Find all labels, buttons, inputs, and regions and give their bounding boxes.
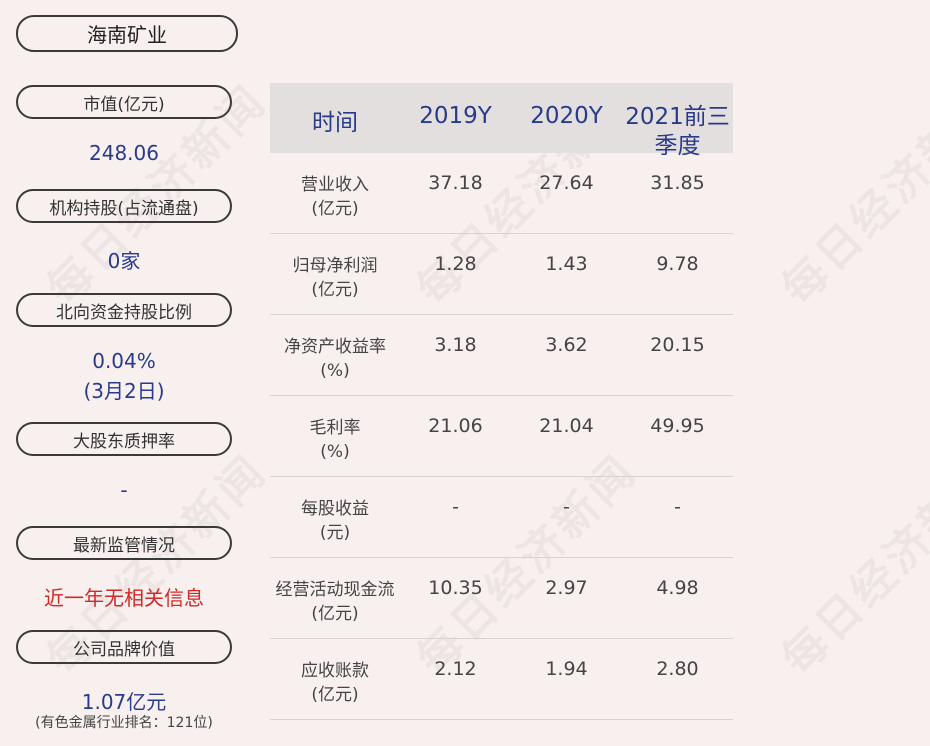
cell-value: 1.43 xyxy=(545,253,588,275)
supervision-value: 近一年无相关信息 xyxy=(44,586,204,610)
cell-value: 37.18 xyxy=(428,172,483,194)
market-cap-label: 市值(亿元) xyxy=(16,85,232,119)
row-label: 经营活动现金流 (亿元) xyxy=(275,580,395,624)
cell-value: 3.62 xyxy=(545,334,588,356)
cell-value: 3.18 xyxy=(434,334,477,356)
watermark-text: 每日经济新闻 xyxy=(765,68,930,317)
cell-value: 1.94 xyxy=(545,658,588,680)
cell-value: 49.95 xyxy=(650,415,705,437)
pledge-ratio-value: - xyxy=(120,478,128,502)
northbound-label: 北向资金持股比例 xyxy=(16,293,232,327)
header-2021-q3: 2021前三季度 xyxy=(625,104,730,159)
northbound-date: (3月2日) xyxy=(83,379,165,403)
company-name-pill: 海南矿业 xyxy=(16,15,238,52)
table-row: 营业收入 (亿元) 37.18 27.64 31.85 xyxy=(270,153,733,234)
row-label: 净资产收益率 (%) xyxy=(284,337,386,381)
northbound-value: 0.04% xyxy=(92,349,156,373)
brand-value-label: 公司品牌价值 xyxy=(16,630,232,664)
table-row: 经营活动现金流 (亿元) 10.35 2.97 4.98 xyxy=(270,558,733,639)
financial-table: 时间 2019Y 2020Y 2021前三季度 营业收入 (亿元) 37.18 2… xyxy=(270,83,733,720)
supervision-label: 最新监管情况 xyxy=(16,526,232,560)
cell-value: 21.06 xyxy=(428,415,483,437)
brand-rank-note: (有色金属行业排名：121位) xyxy=(35,715,213,731)
table-row: 毛利率 (%) 21.06 21.04 49.95 xyxy=(270,396,733,477)
row-label: 毛利率 (%) xyxy=(309,418,361,462)
institution-holding-value: 0家 xyxy=(107,249,141,273)
cell-value: 20.15 xyxy=(650,334,705,356)
header-2020: 2020Y xyxy=(530,103,603,129)
table-header: 时间 2019Y 2020Y 2021前三季度 xyxy=(270,83,733,159)
cell-value: 9.78 xyxy=(656,253,699,275)
header-2019: 2019Y xyxy=(419,103,492,129)
cell-value: 2.80 xyxy=(656,658,699,680)
pledge-ratio-label: 大股东质押率 xyxy=(16,422,232,456)
watermark-text: 每日经济新闻 xyxy=(765,438,930,687)
header-time: 时间 xyxy=(312,110,358,136)
cell-value: 27.64 xyxy=(539,172,594,194)
cell-value: 2.12 xyxy=(434,658,477,680)
table-row: 每股收益 (元) - - - xyxy=(270,477,733,558)
table-row: 净资产收益率 (%) 3.18 3.62 20.15 xyxy=(270,315,733,396)
row-label: 每股收益 (元) xyxy=(301,499,369,543)
table-row: 归母净利润 (亿元) 1.28 1.43 9.78 xyxy=(270,234,733,315)
cell-value: 2.97 xyxy=(545,577,588,599)
cell-value: 10.35 xyxy=(428,577,483,599)
cell-value: - xyxy=(674,496,681,518)
cell-value: - xyxy=(563,496,570,518)
market-cap-value: 248.06 xyxy=(89,141,159,165)
cell-value: 31.85 xyxy=(650,172,705,194)
cell-value: - xyxy=(452,496,459,518)
cell-value: 1.28 xyxy=(434,253,477,275)
cell-value: 21.04 xyxy=(539,415,594,437)
table-row: 应收账款 (亿元) 2.12 1.94 2.80 xyxy=(270,639,733,720)
row-label: 应收账款 (亿元) xyxy=(301,661,369,705)
row-label: 归母净利润 (亿元) xyxy=(292,256,378,300)
row-label: 营业收入 (亿元) xyxy=(301,175,369,219)
brand-value-amount: 1.07亿元 xyxy=(81,690,167,714)
cell-value: 4.98 xyxy=(656,577,699,599)
institution-holding-label: 机构持股(占流通盘) xyxy=(16,189,232,223)
